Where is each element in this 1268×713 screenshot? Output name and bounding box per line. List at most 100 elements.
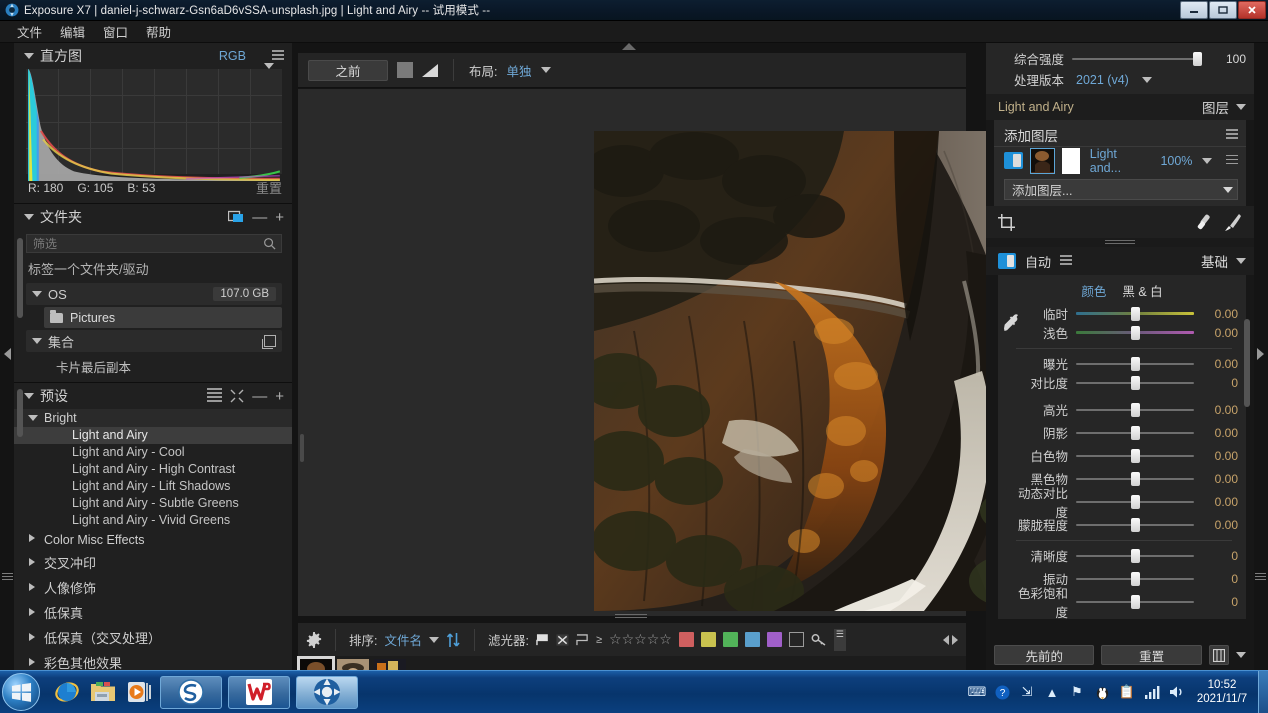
- presets-scrollbar[interactable]: [17, 389, 23, 437]
- preset-item-lift-shadows[interactable]: Light and Airy - Lift Shadows: [14, 478, 292, 495]
- chevron-right-icon[interactable]: [952, 634, 958, 645]
- layer-opacity[interactable]: 100%: [1160, 154, 1192, 168]
- network-share-tray-icon[interactable]: ⇲: [1019, 684, 1035, 700]
- color-swatch-blue[interactable]: [744, 632, 760, 647]
- menu-help[interactable]: 帮助: [137, 20, 180, 43]
- chevron-down-icon[interactable]: [28, 415, 38, 421]
- flag-reject-icon[interactable]: [556, 633, 569, 646]
- menu-edit[interactable]: 编辑: [51, 20, 94, 43]
- copy-settings-button[interactable]: [1208, 645, 1229, 665]
- close-button[interactable]: [1238, 1, 1266, 19]
- chevron-down-icon[interactable]: [32, 291, 42, 297]
- chevron-down-icon[interactable]: [1141, 76, 1152, 83]
- chevron-down-icon[interactable]: [540, 67, 551, 73]
- task-exposure[interactable]: [296, 675, 358, 709]
- overall-strength-slider[interactable]: [1072, 51, 1202, 66]
- layout-value[interactable]: 单独: [506, 61, 531, 80]
- chevron-right-icon[interactable]: [29, 583, 35, 591]
- dynamic-contrast-slider[interactable]: [1076, 494, 1194, 509]
- chevron-right-icon[interactable]: [29, 608, 35, 616]
- folder-filter-input[interactable]: 筛选: [26, 234, 282, 253]
- maximize-button[interactable]: [1209, 1, 1237, 19]
- chevron-down-icon[interactable]: [24, 53, 34, 59]
- preset-group-portrait[interactable]: 人像修饰: [14, 575, 292, 600]
- add-layer-header[interactable]: 添加图层: [994, 124, 1246, 146]
- flag-tray-icon[interactable]: ⚑: [1069, 684, 1085, 700]
- signal-tray-icon[interactable]: [1144, 684, 1160, 700]
- gear-icon[interactable]: [306, 631, 322, 648]
- hamburger-icon[interactable]: [1060, 255, 1073, 267]
- exposure-slider[interactable]: [1076, 356, 1194, 371]
- sort-value[interactable]: 文件名: [384, 630, 422, 649]
- auto-button[interactable]: 自动: [1025, 252, 1051, 271]
- key-icon[interactable]: [811, 633, 827, 647]
- haze-slider[interactable]: [1076, 517, 1194, 532]
- preset-item-high-contrast[interactable]: Light and Airy - High Contrast: [14, 461, 292, 478]
- temp-slider[interactable]: [1076, 306, 1194, 321]
- brush-icon[interactable]: [1224, 213, 1242, 231]
- add-folder-icon[interactable]: [228, 210, 244, 224]
- color-swatch-purple[interactable]: [766, 632, 782, 647]
- chevron-right-icon[interactable]: [29, 558, 35, 566]
- chevron-down-icon[interactable]: [24, 214, 34, 220]
- add-folder-button[interactable]: +: [275, 210, 284, 225]
- slider-knob[interactable]: [1130, 471, 1140, 486]
- process-version-value[interactable]: 2021 (v4): [1076, 73, 1129, 87]
- gradient-view-icon[interactable]: [422, 63, 438, 77]
- collapse-right-panel-icon[interactable]: [1257, 348, 1264, 360]
- folder-drive-os[interactable]: OS 107.0 GB: [26, 283, 282, 305]
- adjustment-toggle-icon[interactable]: [998, 253, 1016, 269]
- chevron-down-icon[interactable]: [1236, 104, 1246, 110]
- collections-row[interactable]: 集合: [26, 330, 282, 352]
- whites-slider[interactable]: [1076, 448, 1194, 463]
- collection-item[interactable]: 卡片最后副本: [14, 354, 292, 382]
- chevron-down-icon[interactable]: [32, 338, 42, 344]
- preset-item-light-and-airy[interactable]: Light and Airy: [14, 427, 292, 444]
- hamburger-icon[interactable]: [1226, 129, 1238, 141]
- preset-group-lofi-cross[interactable]: 低保真（交叉处理）: [14, 625, 292, 650]
- histogram-channel[interactable]: RGB: [219, 49, 246, 63]
- task-wps[interactable]: [228, 675, 290, 709]
- task-sogou[interactable]: [160, 675, 222, 709]
- star-outline-icon[interactable]: ☆: [609, 631, 622, 648]
- presets-header[interactable]: 预设 — +: [14, 383, 292, 409]
- file-explorer-icon[interactable]: [88, 677, 118, 707]
- chevron-down-icon[interactable]: [1223, 186, 1233, 193]
- blacks-slider[interactable]: [1076, 471, 1194, 486]
- collapse-all-icon[interactable]: [230, 389, 244, 403]
- menu-window[interactable]: 窗口: [94, 20, 137, 43]
- preset-group-lofi[interactable]: 低保真: [14, 600, 292, 625]
- slider-knob[interactable]: [1130, 402, 1140, 417]
- collapse-left-panel-icon[interactable]: [4, 348, 11, 360]
- slider-knob[interactable]: [1130, 356, 1140, 371]
- right-gutter-grip[interactable]: [1255, 573, 1266, 581]
- tab-black-and-white[interactable]: 黑 & 白: [1122, 281, 1162, 300]
- shadows-slider[interactable]: [1076, 425, 1194, 440]
- right-panel-scrollbar[interactable]: [1244, 319, 1250, 407]
- color-swatch-yellow[interactable]: [700, 632, 716, 647]
- slider-knob[interactable]: [1130, 571, 1140, 586]
- previous-button[interactable]: 先前的: [994, 645, 1095, 665]
- folders-scrollbar[interactable]: [17, 238, 23, 318]
- layer-thumbnail[interactable]: [1030, 147, 1056, 174]
- preset-item-subtle-greens[interactable]: Light and Airy - Subtle Greens: [14, 495, 292, 512]
- expand-top-icon[interactable]: [622, 43, 636, 50]
- start-button[interactable]: [2, 673, 40, 711]
- chevron-left-icon[interactable]: [943, 634, 949, 645]
- remove-preset-button[interactable]: —: [252, 389, 267, 404]
- left-gutter-grip[interactable]: [2, 573, 13, 581]
- slider-knob[interactable]: [1130, 448, 1140, 463]
- visibility-toggle-icon[interactable]: [1004, 152, 1024, 169]
- keyboard-tray-icon[interactable]: ⌨: [968, 684, 987, 700]
- chevron-right-icon[interactable]: [29, 658, 35, 666]
- help-tray-icon[interactable]: ?: [994, 684, 1010, 700]
- slider-knob[interactable]: [1193, 51, 1202, 66]
- histogram-header[interactable]: 直方图 RGB: [14, 43, 292, 69]
- internet-explorer-icon[interactable]: [52, 677, 82, 707]
- slider-knob[interactable]: [1130, 494, 1140, 509]
- show-hidden-tray-icon[interactable]: ▲: [1044, 684, 1060, 700]
- color-swatch-green[interactable]: [722, 632, 738, 647]
- rating-stars[interactable]: ☆ ☆ ☆ ☆ ☆: [609, 631, 672, 648]
- star-outline-icon[interactable]: ☆: [647, 631, 660, 648]
- crop-icon[interactable]: [998, 213, 1015, 231]
